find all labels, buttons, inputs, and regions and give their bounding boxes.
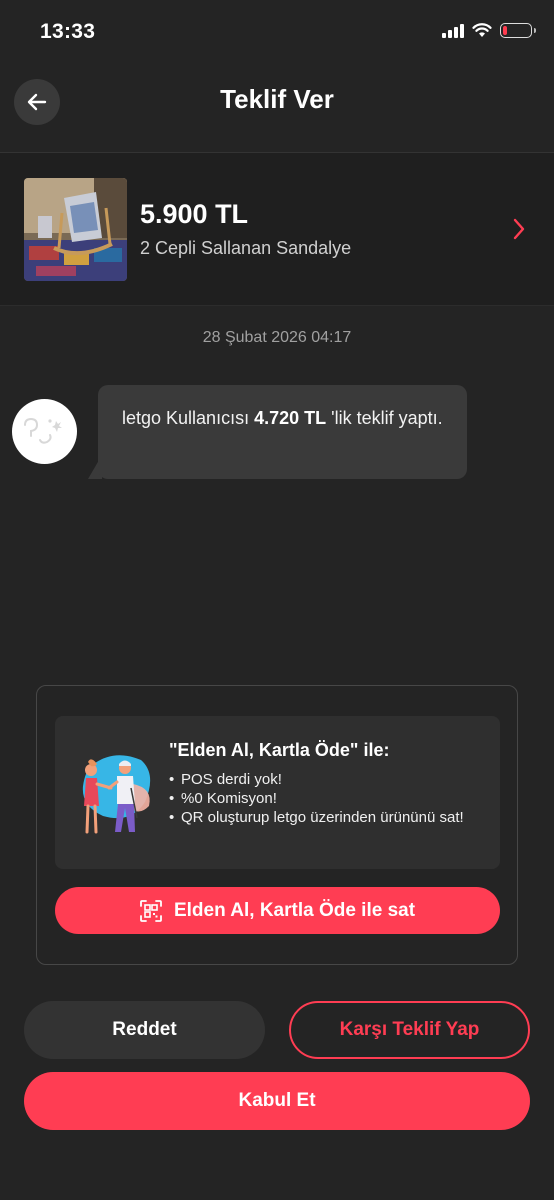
status-bar: 13:33 <box>0 0 554 66</box>
battery-level <box>503 25 507 35</box>
pay-by-card-button[interactable]: Elden Al, Kartla Öde ile sat <box>55 887 500 934</box>
reject-button[interactable]: Reddet <box>24 1001 265 1059</box>
signal-icon <box>442 22 464 38</box>
pay-by-card-label: Elden Al, Kartla Öde ile sat <box>173 899 416 921</box>
product-summary[interactable]: 5.900 TL 2 Cepli Sallanan Sandalye <box>0 153 554 306</box>
promo-bullet: POS derdi yok! <box>169 770 487 789</box>
status-time: 13:33 <box>40 20 96 43</box>
wifi-icon <box>472 22 492 37</box>
handshake-illustration <box>82 755 151 834</box>
promo-bullet: %0 Komisyon! <box>169 789 487 808</box>
status-icons <box>442 22 536 38</box>
promo-info: "Elden Al, Kartla Öde" ile: POS derdi yo… <box>55 716 500 869</box>
product-image <box>24 178 127 281</box>
message-timestamp: 28 Şubat 2026 04:17 <box>202 329 352 346</box>
offer-amount: 4.720 TL <box>254 408 327 428</box>
offer-message: letgo Kullanıcısı 4.720 TL 'lik teklif y… <box>98 385 467 479</box>
accept-button[interactable]: Kabul Et <box>24 1072 530 1130</box>
product-name: 2 Cepli Sallanan Sandalye <box>140 238 352 258</box>
promo-bullets: POS derdi yok! %0 Komisyon! QR oluşturup… <box>169 770 487 827</box>
counter-offer-button[interactable]: Karşı Teklif Yap <box>289 1001 530 1059</box>
promo-card: "Elden Al, Kartla Öde" ile: POS derdi yo… <box>36 685 518 965</box>
header: Teklif Ver <box>0 66 554 153</box>
product-price: 5.900 TL <box>140 199 249 229</box>
page-title: Teklif Ver <box>220 84 334 114</box>
avatar <box>12 399 77 464</box>
message-prefix: letgo Kullanıcısı <box>122 408 250 428</box>
message-suffix: 'lik teklif yaptı. <box>331 408 443 428</box>
qr-code-icon <box>140 899 162 922</box>
promo-title: "Elden Al, Kartla Öde" ile: <box>169 740 390 760</box>
battery-icon <box>500 22 536 38</box>
chevron-right-icon[interactable] <box>512 217 526 241</box>
promo-bullet: QR oluşturup letgo üzerinden ürününü sat… <box>169 808 487 827</box>
